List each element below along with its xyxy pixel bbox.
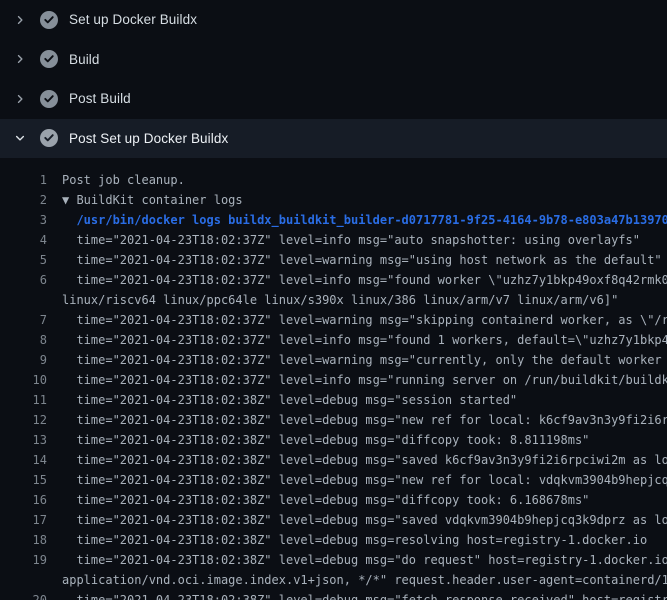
line-number[interactable]: 2 [0, 190, 47, 210]
step-label: Set up Docker Buildx [69, 12, 197, 27]
log-text: time="2021-04-23T18:02:37Z" level=info m… [62, 370, 667, 390]
chevron-down-icon [13, 131, 27, 145]
log-panel: 1 Post job cleanup. 2 ▼ BuildKit container … [0, 158, 667, 600]
step-row-set-up-docker-buildx[interactable]: Set up Docker Buildx [0, 0, 667, 40]
step-label: Post Build [69, 91, 131, 106]
log-line: 8 time="2021-04-23T18:02:37Z" level=info… [0, 330, 667, 350]
log-text: time="2021-04-23T18:02:38Z" level=debug … [62, 550, 667, 570]
log-line: 15 time="2021-04-23T18:02:38Z" level=deb… [0, 470, 667, 490]
line-number[interactable]: 17 [0, 510, 47, 530]
line-number[interactable]: 15 [0, 470, 47, 490]
line-number[interactable]: 8 [0, 330, 47, 350]
log-line: 10 time="2021-04-23T18:02:37Z" level=inf… [0, 370, 667, 390]
line-number[interactable]: 16 [0, 490, 47, 510]
log-text: time="2021-04-23T18:02:38Z" level=debug … [62, 390, 517, 410]
log-line: 1 Post job cleanup. [0, 170, 667, 190]
log-line: 6 time="2021-04-23T18:02:37Z" level=info… [0, 270, 667, 290]
log-text: linux/riscv64 linux/ppc64le linux/s390x … [62, 290, 618, 310]
line-number[interactable]: 14 [0, 450, 47, 470]
log-line: 14 time="2021-04-23T18:02:38Z" level=deb… [0, 450, 667, 470]
log-line: 12 time="2021-04-23T18:02:38Z" level=deb… [0, 410, 667, 430]
line-number[interactable]: 13 [0, 430, 47, 450]
step-label: Build [69, 52, 100, 67]
log-line: 2 ▼ BuildKit container logs [0, 190, 667, 210]
check-circle-icon [40, 50, 58, 68]
check-circle-icon [40, 129, 58, 147]
log-line: 7 time="2021-04-23T18:02:37Z" level=warn… [0, 310, 667, 330]
step-label: Post Set up Docker Buildx [69, 131, 228, 146]
line-number[interactable]: 7 [0, 310, 47, 330]
log-text: time="2021-04-23T18:02:38Z" level=debug … [62, 430, 589, 450]
line-number[interactable]: 3 [0, 210, 47, 230]
line-number[interactable]: 11 [0, 390, 47, 410]
log-line: 17 time="2021-04-23T18:02:38Z" level=deb… [0, 510, 667, 530]
log-line: 3 /usr/bin/docker logs buildx_buildkit_b… [0, 210, 667, 230]
line-number[interactable]: 9 [0, 350, 47, 370]
line-number[interactable]: 6 [0, 270, 47, 290]
check-circle-icon [40, 90, 58, 108]
line-number[interactable]: 20 [0, 590, 47, 600]
log-line: 11 time="2021-04-23T18:02:38Z" level=deb… [0, 390, 667, 410]
line-number[interactable]: 10 [0, 370, 47, 390]
log-text: time="2021-04-23T18:02:38Z" level=debug … [62, 510, 667, 530]
line-number[interactable]: 19 [0, 550, 47, 570]
log-text: Post job cleanup. [62, 170, 185, 190]
log-text: time="2021-04-23T18:02:38Z" level=debug … [62, 490, 589, 510]
check-circle-icon [40, 11, 58, 29]
log-line: 9 time="2021-04-23T18:02:37Z" level=warn… [0, 350, 667, 370]
log-text: time="2021-04-23T18:02:37Z" level=info m… [62, 270, 667, 290]
line-number[interactable]: 4 [0, 230, 47, 250]
log-text: time="2021-04-23T18:02:38Z" level=debug … [62, 410, 667, 430]
log-text: application/vnd.oci.image.index.v1+json,… [62, 570, 667, 590]
steps-panel: Set up Docker Buildx Build Post Build [0, 0, 667, 158]
actions-log-viewer: Set up Docker Buildx Build Post Build [0, 0, 667, 600]
log-line: 16 time="2021-04-23T18:02:38Z" level=deb… [0, 490, 667, 510]
log-line: 4 time="2021-04-23T18:02:37Z" level=info… [0, 230, 667, 250]
log-text: time="2021-04-23T18:02:38Z" level=debug … [62, 530, 647, 550]
log-text: time="2021-04-23T18:02:37Z" level=info m… [62, 330, 667, 350]
line-number[interactable]: 1 [0, 170, 47, 190]
chevron-right-icon [13, 52, 27, 66]
log-lines: 1 Post job cleanup. 2 ▼ BuildKit container … [0, 170, 667, 600]
line-number[interactable]: 12 [0, 410, 47, 430]
step-row-post-build[interactable]: Post Build [0, 79, 667, 119]
line-number [0, 290, 47, 310]
log-line: application/vnd.oci.image.index.v1+json,… [0, 570, 667, 590]
log-line: 5 time="2021-04-23T18:02:37Z" level=warn… [0, 250, 667, 270]
log-text: time="2021-04-23T18:02:37Z" level=warnin… [62, 350, 667, 370]
log-line: linux/riscv64 linux/ppc64le linux/s390x … [0, 290, 667, 310]
step-row-build[interactable]: Build [0, 40, 667, 80]
line-number[interactable]: 18 [0, 530, 47, 550]
step-row-post-set-up-docker-buildx[interactable]: Post Set up Docker Buildx [0, 119, 667, 159]
log-group-toggle[interactable]: ▼ BuildKit container logs [62, 190, 243, 210]
chevron-right-icon [13, 92, 27, 106]
log-text: time="2021-04-23T18:02:38Z" level=debug … [62, 470, 667, 490]
chevron-right-icon [13, 13, 27, 27]
log-command-text: /usr/bin/docker logs buildx_buildkit_bui… [62, 210, 667, 230]
log-line: 20 time="2021-04-23T18:02:38Z" level=deb… [0, 590, 667, 600]
log-text: time="2021-04-23T18:02:37Z" level=info m… [62, 230, 640, 250]
line-number [0, 570, 47, 590]
log-line: 19 time="2021-04-23T18:02:38Z" level=deb… [0, 550, 667, 570]
log-text: time="2021-04-23T18:02:37Z" level=warnin… [62, 310, 667, 330]
log-text: time="2021-04-23T18:02:38Z" level=debug … [62, 450, 667, 470]
log-text: time="2021-04-23T18:02:37Z" level=warnin… [62, 250, 662, 270]
log-line: 18 time="2021-04-23T18:02:38Z" level=deb… [0, 530, 667, 550]
log-line: 13 time="2021-04-23T18:02:38Z" level=deb… [0, 430, 667, 450]
log-text: time="2021-04-23T18:02:38Z" level=debug … [62, 590, 667, 600]
line-number[interactable]: 5 [0, 250, 47, 270]
